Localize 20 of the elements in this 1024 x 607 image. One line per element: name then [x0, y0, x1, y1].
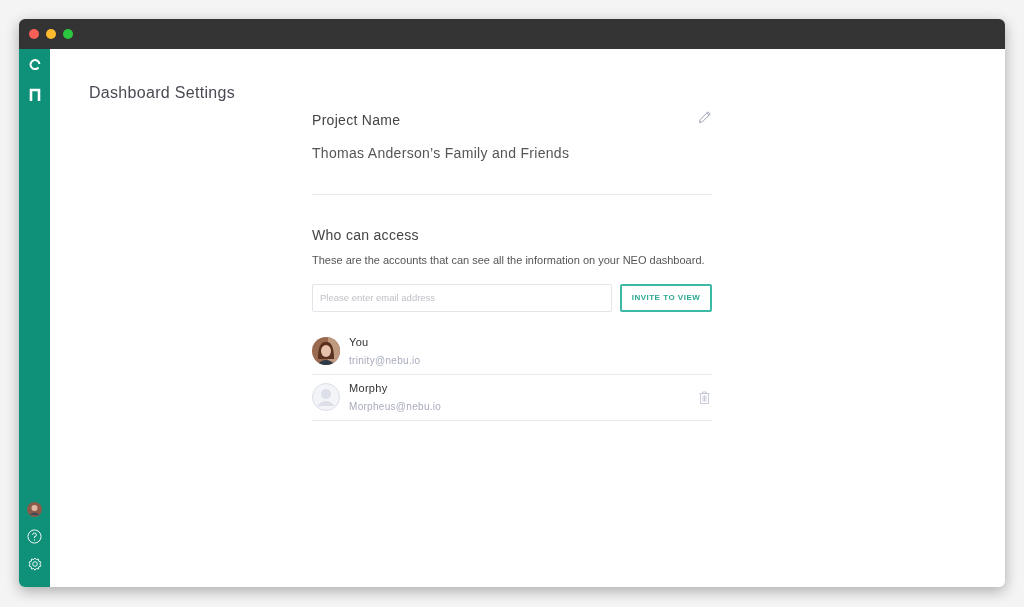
settings-icon[interactable] [26, 556, 43, 572]
section-description: These are the accounts that can see all the information on your NEO dashboard. [312, 253, 706, 268]
member-name: You [349, 335, 370, 351]
member-email: trinity@nebu.io [349, 353, 422, 368]
page-title: Dashboard Settings [89, 83, 236, 103]
default-avatar-icon [312, 383, 340, 411]
section-heading: Who can access [312, 226, 420, 245]
help-icon[interactable] [27, 529, 42, 544]
home-icon[interactable] [28, 88, 41, 101]
invite-button[interactable]: INVITE TO VIEW [620, 283, 712, 312]
project-name-label: Project Name [312, 111, 401, 130]
logo-icon[interactable] [28, 58, 41, 70]
profile-avatar[interactable] [27, 502, 42, 517]
minimize-window-button[interactable] [46, 29, 56, 39]
edit-icon[interactable] [698, 110, 712, 124]
zoom-window-button[interactable] [63, 29, 73, 39]
member-name: Morphy [349, 381, 389, 397]
close-window-button[interactable] [29, 29, 39, 39]
member-email: Morpheus@nebu.io [349, 399, 443, 414]
project-name-value: Thomas Anderson’s Family and Friends [312, 144, 571, 163]
